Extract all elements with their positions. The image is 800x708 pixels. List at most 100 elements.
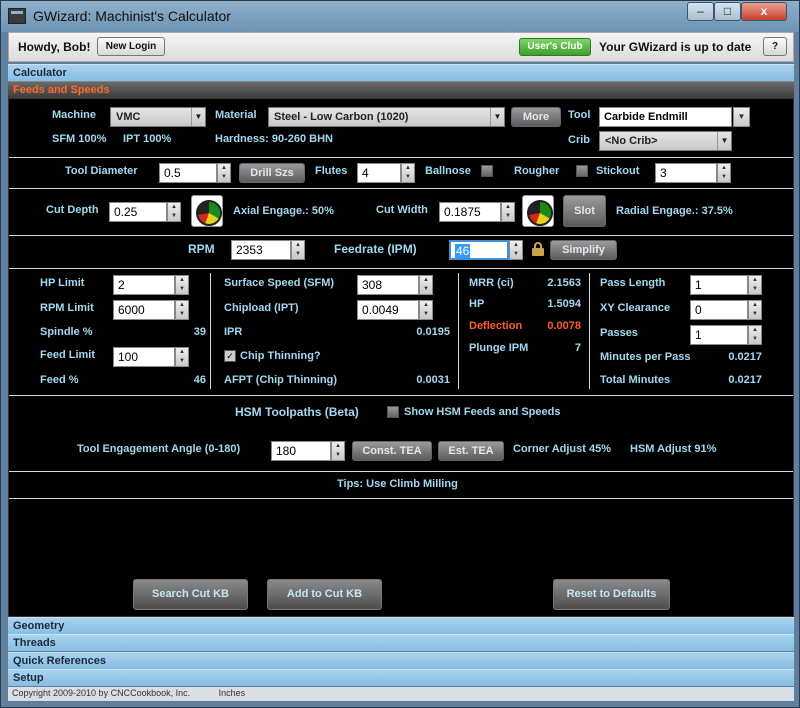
cut-depth-input[interactable]: 0.25 bbox=[109, 202, 167, 222]
feed-limit-stepper[interactable]: ▲ ▼ bbox=[175, 347, 189, 367]
crib-select[interactable]: <No Crib> ▼ bbox=[599, 131, 732, 151]
flutes-stepper[interactable]: ▲ ▼ bbox=[401, 163, 415, 183]
cut-depth-stepper[interactable]: ▲ ▼ bbox=[167, 202, 181, 222]
tool-dropdown-icon[interactable]: ▼ bbox=[733, 107, 750, 127]
passes-label: Passes bbox=[600, 327, 638, 339]
help-button[interactable]: ? bbox=[763, 37, 787, 56]
top-bar: Howdy, Bob! New Login User's Club Your G… bbox=[8, 32, 794, 62]
hp-limit-label: HP Limit bbox=[40, 277, 85, 289]
feedrate-stepper[interactable]: ▲ ▼ bbox=[509, 240, 523, 260]
xy-clearance-input[interactable]: 0 bbox=[690, 300, 748, 320]
deflection-label: Deflection bbox=[469, 320, 523, 332]
machine-label: Machine bbox=[52, 109, 97, 121]
rpm-limit-input[interactable]: 6000 bbox=[113, 300, 175, 320]
const-tea-button[interactable]: Const. TEA bbox=[352, 441, 432, 461]
feed-limit-input[interactable]: 100 bbox=[113, 347, 175, 367]
stickout-stepper[interactable]: ▲ ▼ bbox=[717, 163, 731, 183]
accordion-calculator[interactable]: Calculator bbox=[8, 64, 794, 81]
passes-input[interactable]: 1 bbox=[690, 325, 748, 345]
search-cut-kb-button[interactable]: Search Cut KB bbox=[133, 579, 248, 610]
cut-depth-label: Cut Depth bbox=[46, 204, 99, 216]
rpm-stepper[interactable]: ▲ ▼ bbox=[291, 240, 305, 260]
hp-limit-input[interactable]: 2 bbox=[113, 275, 175, 295]
pass-length-stepper[interactable]: ▲ ▼ bbox=[748, 275, 762, 295]
chip-thinning-checkbox[interactable]: ✓ bbox=[224, 350, 236, 362]
hp-limit-stepper[interactable]: ▲ ▼ bbox=[175, 275, 189, 295]
maximize-button[interactable]: □ bbox=[714, 2, 741, 21]
flutes-input[interactable]: 4 bbox=[357, 163, 401, 183]
pass-length-input[interactable]: 1 bbox=[690, 275, 748, 295]
feed-percent-label: Feed % bbox=[40, 374, 79, 386]
chevron-down-icon: ▼ bbox=[191, 108, 205, 126]
width-gauge-icon[interactable] bbox=[522, 195, 554, 227]
rougher-checkbox[interactable] bbox=[576, 165, 588, 177]
pass-length-label: Pass Length bbox=[600, 277, 666, 289]
flutes-label: Flutes bbox=[315, 165, 348, 177]
chevron-down-icon: ▼ bbox=[490, 108, 504, 126]
est-tea-button[interactable]: Est. TEA bbox=[438, 441, 504, 461]
feeds-speeds-panel: Machine VMC ▼ Material Steel - Low Carbon… bbox=[8, 98, 794, 617]
rpm-input[interactable]: 2353 bbox=[231, 240, 291, 260]
sfm-percent: SFM 100% bbox=[52, 133, 107, 145]
surface-speed-stepper[interactable]: ▲ ▼ bbox=[419, 275, 433, 295]
chipload-stepper[interactable]: ▲ ▼ bbox=[419, 300, 433, 320]
new-login-button[interactable]: New Login bbox=[97, 37, 165, 56]
slot-button[interactable]: Slot bbox=[563, 195, 606, 227]
xy-clearance-stepper[interactable]: ▲ ▼ bbox=[748, 300, 762, 320]
axial-engagement: Axial Engage.: 50% bbox=[233, 205, 334, 217]
machine-select[interactable]: VMC ▼ bbox=[110, 107, 206, 127]
total-minutes-label: Total Minutes bbox=[600, 374, 671, 386]
radial-engagement: Radial Engage.: 37.5% bbox=[616, 205, 733, 217]
tool-diameter-input[interactable]: 0.5 bbox=[159, 163, 217, 183]
cut-width-stepper[interactable]: ▲ ▼ bbox=[501, 202, 515, 222]
engagement-angle-stepper[interactable]: ▲ ▼ bbox=[331, 441, 345, 461]
cut-gauge-icon[interactable] bbox=[191, 195, 223, 227]
stickout-label: Stickout bbox=[596, 165, 640, 177]
ipr-label: IPR bbox=[224, 326, 243, 338]
app-window: GWizard: Machinist's Calculator – □ x Ho… bbox=[0, 0, 800, 708]
material-label: Material bbox=[215, 109, 257, 121]
title-bar[interactable]: GWizard: Machinist's Calculator – □ x bbox=[1, 1, 799, 32]
simplify-button[interactable]: Simplify bbox=[550, 240, 617, 260]
tool-diameter-stepper[interactable]: ▲ ▼ bbox=[217, 163, 231, 183]
ballnose-checkbox[interactable] bbox=[481, 165, 493, 177]
lock-icon[interactable] bbox=[532, 242, 544, 256]
minimize-button[interactable]: – bbox=[687, 2, 714, 21]
crib-label: Crib bbox=[568, 134, 590, 146]
rougher-label: Rougher bbox=[514, 165, 560, 177]
accordion-feeds-speeds[interactable]: Feeds and Speeds bbox=[8, 81, 794, 98]
add-to-cut-kb-button[interactable]: Add to Cut KB bbox=[267, 579, 382, 610]
more-button[interactable]: More bbox=[511, 107, 561, 127]
drill-sizes-button[interactable]: Drill Szs bbox=[239, 163, 305, 183]
column-divider bbox=[589, 273, 590, 389]
passes-stepper[interactable]: ▲ ▼ bbox=[748, 325, 762, 345]
surface-speed-input[interactable]: 308 bbox=[357, 275, 419, 295]
material-select[interactable]: Steel - Low Carbon (1020) ▼ bbox=[268, 107, 505, 127]
show-hsm-label: Show HSM Feeds and Speeds bbox=[404, 406, 561, 418]
accordion-quick-references[interactable]: Quick References bbox=[8, 652, 794, 669]
update-status: Your GWizard is up to date bbox=[599, 40, 752, 54]
close-button[interactable]: x bbox=[741, 2, 787, 21]
accordion-geometry[interactable]: Geometry bbox=[8, 617, 794, 634]
mrr-value: 2.1563 bbox=[547, 277, 581, 289]
feedrate-input[interactable]: 46 bbox=[449, 240, 509, 260]
hardness: Hardness: 90-260 BHN bbox=[215, 133, 333, 145]
minutes-per-pass-value: 0.0217 bbox=[728, 351, 762, 363]
accordion-setup[interactable]: Setup bbox=[8, 669, 794, 686]
ipt-percent: IPT 100% bbox=[123, 133, 172, 145]
rpm-limit-stepper[interactable]: ▲ ▼ bbox=[175, 300, 189, 320]
divider bbox=[9, 157, 793, 158]
reset-defaults-button[interactable]: Reset to Defaults bbox=[553, 579, 670, 610]
show-hsm-checkbox[interactable] bbox=[387, 406, 399, 418]
column-divider bbox=[458, 273, 459, 389]
divider bbox=[9, 235, 793, 236]
cut-width-label: Cut Width bbox=[376, 204, 428, 216]
tool-select[interactable]: Carbide Endmill bbox=[599, 107, 732, 127]
accordion-threads[interactable]: Threads bbox=[8, 634, 794, 651]
chipload-input[interactable]: 0.0049 bbox=[357, 300, 419, 320]
engagement-angle-input[interactable]: 180 bbox=[271, 441, 331, 461]
cut-width-input[interactable]: 0.1875 bbox=[439, 202, 501, 222]
stickout-input[interactable]: 3 bbox=[655, 163, 717, 183]
users-club-button[interactable]: User's Club bbox=[519, 38, 591, 56]
spindle-percent-label: Spindle % bbox=[40, 326, 93, 338]
